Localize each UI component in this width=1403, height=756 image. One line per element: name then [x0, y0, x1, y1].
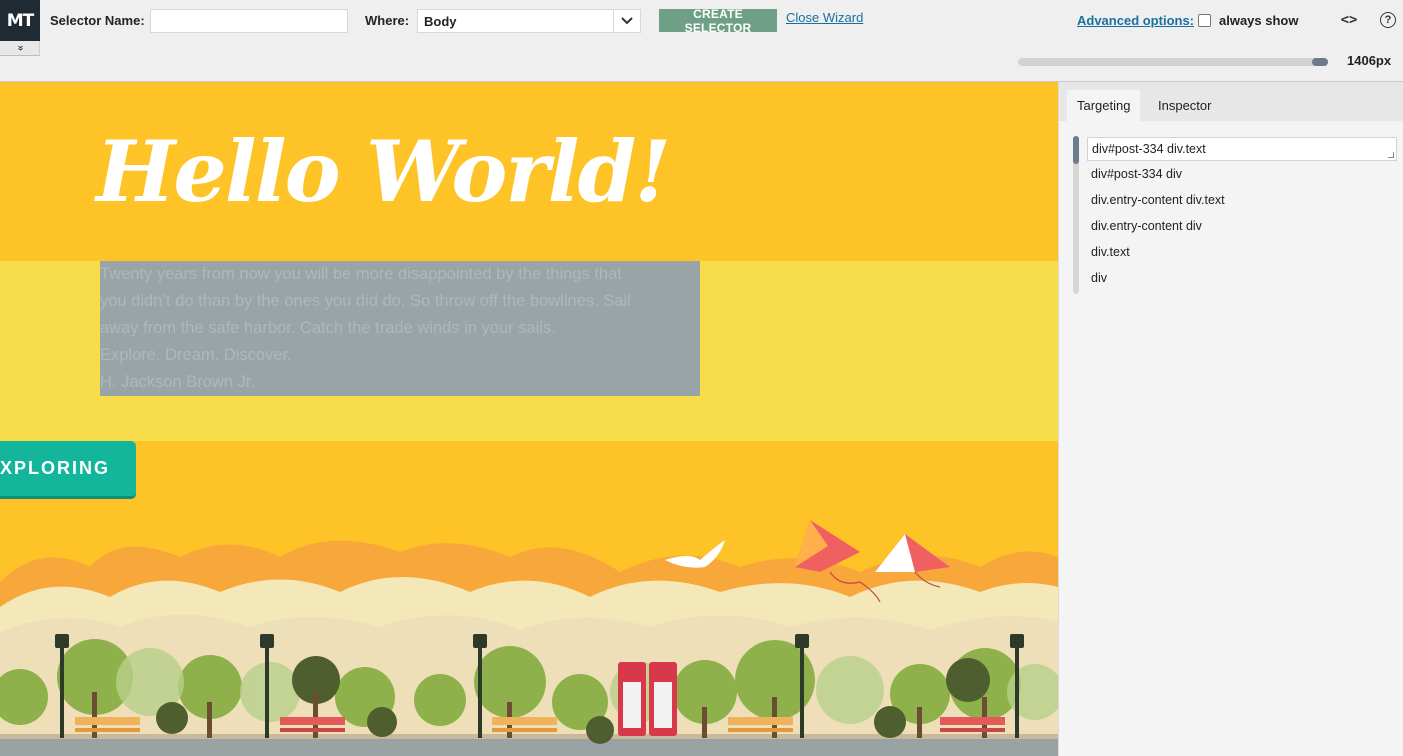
code-icon[interactable]: <> — [1339, 10, 1359, 30]
always-show-checkbox[interactable] — [1198, 14, 1211, 27]
selector-panel: Targeting Inspector div#post-334 div.tex… — [1058, 82, 1403, 756]
create-selector-button[interactable]: CREATE SELECTOR — [659, 7, 777, 35]
expand-toolbar-button[interactable]: » — [0, 41, 40, 56]
highlighted-quote-block[interactable]: Twenty years from now you will be more d… — [100, 261, 700, 396]
viewport-width-slider[interactable] — [1018, 58, 1328, 66]
selector-suggestion[interactable]: div#post-334 div — [1091, 167, 1182, 181]
selector-textarea-value: div#post-334 div.text — [1092, 142, 1206, 156]
selector-suggestion[interactable]: div.entry-content div — [1091, 219, 1202, 233]
suggestions-scrollbar[interactable] — [1073, 136, 1079, 294]
quote-author: H. Jackson Brown Jr. — [100, 373, 255, 391]
advanced-options-link[interactable]: Advanced options: — [1077, 13, 1194, 28]
panel-tabs: Targeting Inspector — [1059, 82, 1403, 121]
chevron-double-down-icon: » — [14, 45, 26, 51]
tab-targeting[interactable]: Targeting — [1067, 90, 1141, 121]
hero-heading[interactable]: Hello World! — [96, 122, 671, 221]
quote-line: Twenty years from now you will be more d… — [100, 265, 622, 283]
where-select[interactable]: Body — [417, 9, 641, 33]
slider-handle[interactable] — [1312, 58, 1328, 66]
quote-line: away from the safe harbor. Catch the tra… — [100, 319, 556, 337]
quote-line: you didn’t do than by the ones you did d… — [100, 292, 631, 310]
quote-line: Explore. Dream. Discover. — [100, 346, 292, 364]
page-preview: Hello World! Twenty years from now you w… — [0, 82, 1058, 756]
explore-button[interactable]: XPLORING — [0, 441, 136, 499]
selector-name-label: Selector Name: — [50, 13, 145, 28]
close-wizard-link[interactable]: Close Wizard — [786, 10, 863, 25]
park-illustration — [0, 520, 1058, 756]
scroll-thumb[interactable] — [1073, 136, 1079, 164]
selector-name-input[interactable] — [150, 9, 348, 33]
chevron-down-icon[interactable] — [613, 10, 640, 32]
selector-suggestion[interactable]: div — [1091, 271, 1107, 285]
where-select-value: Body — [424, 14, 457, 29]
where-label: Where: — [365, 13, 410, 28]
app-logo: MT — [0, 0, 40, 41]
viewport-width-readout: 1406px — [1347, 53, 1392, 68]
selector-textarea[interactable]: div#post-334 div.text — [1087, 137, 1397, 161]
always-show-label: always show — [1219, 13, 1299, 28]
selector-suggestion[interactable]: div.entry-content div.text — [1091, 193, 1225, 207]
selector-suggestion[interactable]: div.text — [1091, 245, 1130, 259]
resize-handle-icon[interactable] — [1388, 152, 1394, 158]
tab-inspector[interactable]: Inspector — [1148, 90, 1221, 121]
wizard-toolbar: MT » Selector Name: Where: Body CREATE S… — [0, 0, 1403, 82]
help-icon[interactable]: ? — [1380, 12, 1396, 28]
